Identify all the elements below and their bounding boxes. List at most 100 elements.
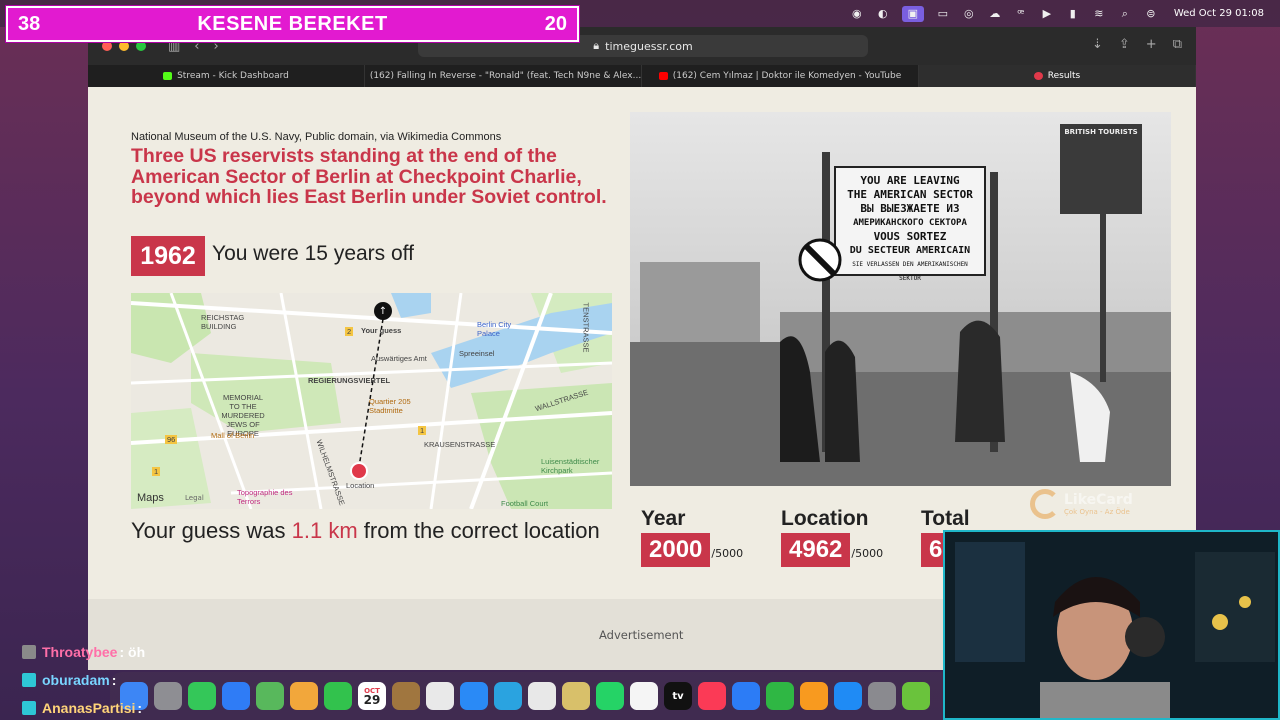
- menubar-clock[interactable]: Wed Oct 29 01:08: [1174, 8, 1264, 19]
- tab-label: Stream - Kick Dashboard: [177, 71, 289, 81]
- distance-text: Your guess was 1.1 km from the correct l…: [131, 519, 611, 542]
- years-off-text: You were 15 years off: [212, 242, 414, 265]
- screen-icon[interactable]: ◐: [876, 7, 890, 20]
- lock-icon: 🔒︎: [593, 39, 600, 52]
- tab-overview-icon[interactable]: ⧉: [1173, 37, 1182, 52]
- advertisement-label: Advertisement: [599, 628, 684, 642]
- tv-icon[interactable]: tv: [664, 682, 692, 710]
- photos-icon[interactable]: [290, 682, 318, 710]
- tab-bar: Stream - Kick Dashboard (162) Falling In…: [88, 65, 1196, 87]
- window-controls: [102, 41, 146, 51]
- numbers-icon[interactable]: [766, 682, 794, 710]
- score-left: 38: [18, 12, 41, 35]
- safari-icon[interactable]: [460, 682, 488, 710]
- map-shield-1-west: 1: [152, 467, 161, 476]
- correct-year: 1962: [131, 236, 205, 276]
- chat-overlay: Throatybee : öh oburadam : AnanasPartisi…: [22, 638, 145, 720]
- map-label-krausenstrasse: KRAUSENSTRASSE: [424, 440, 496, 449]
- wifi-icon[interactable]: ≋: [1092, 7, 1106, 20]
- finder-icon-2[interactable]: [562, 682, 590, 710]
- tab-youtube-cem[interactable]: (162) Cem Yılmaz | Doktor ile Komedyen -…: [642, 65, 919, 87]
- launchpad-icon[interactable]: [154, 682, 182, 710]
- new-tab-icon[interactable]: +: [1146, 37, 1157, 52]
- calendar-icon[interactable]: OCT 29: [358, 682, 386, 710]
- webcam-overlay: [943, 530, 1280, 720]
- settings-icon[interactable]: [868, 682, 896, 710]
- chat-badge-icon: [22, 645, 36, 659]
- historical-photo: YOU ARE LEAVING THE AMERICAN SECTOR ВЫ В…: [630, 112, 1171, 486]
- photo-caption: Three US reservists standing at the end …: [131, 145, 607, 208]
- map-label-city-palace: Berlin City Palace: [477, 320, 512, 338]
- british-tourists-sign: BRITISH TOURISTS: [1064, 128, 1138, 136]
- freeform-icon[interactable]: [630, 682, 658, 710]
- reminders-icon[interactable]: [426, 682, 454, 710]
- whatsapp-icon[interactable]: [596, 682, 624, 710]
- stat-value: 4962: [781, 533, 851, 567]
- map-label-spreeinsel: Spreeinsel: [459, 349, 495, 358]
- score-right: 20: [544, 12, 567, 35]
- maps-icon[interactable]: [256, 682, 284, 710]
- webcam-graphics: [945, 532, 1278, 718]
- map-label-mall-of-berlin: Mall of Berlin: [211, 431, 255, 440]
- control-center-icon[interactable]: ⊜: [1144, 7, 1158, 20]
- chat-badge-icon: [22, 673, 36, 687]
- tab-kick-dashboard[interactable]: Stream - Kick Dashboard: [88, 65, 365, 87]
- telegram-icon[interactable]: [494, 682, 522, 710]
- messages-icon[interactable]: [188, 682, 216, 710]
- facetime-icon[interactable]: [324, 682, 352, 710]
- chat-text: :: [137, 700, 143, 716]
- share-icon[interactable]: ⇪: [1119, 37, 1130, 52]
- url-text: timeguessr.com: [605, 39, 693, 53]
- chat-message: AnanasPartisi :: [22, 694, 145, 720]
- creative-icon[interactable]: ◎: [962, 7, 976, 20]
- tab-label: (162) Cem Yılmaz | Doktor ile Komedyen -…: [672, 71, 902, 81]
- control-icon[interactable]: ◉: [850, 7, 864, 20]
- distance-suffix: from the correct location: [357, 518, 600, 543]
- map-label-topographie: Topographie des Terrors: [237, 488, 293, 506]
- map-label-auswartiges: Auswärtiges Amt: [371, 354, 427, 363]
- mail-icon[interactable]: [222, 682, 250, 710]
- stat-title: Location: [781, 507, 869, 530]
- search-icon[interactable]: ⌕: [1118, 7, 1132, 20]
- chrome-icon[interactable]: [528, 682, 556, 710]
- maps-legal-link[interactable]: Legal: [185, 494, 204, 502]
- minimize-window-button[interactable]: [119, 41, 129, 51]
- result-map[interactable]: ↑ Your guess Location REICHSTAG BUILDING…: [131, 293, 612, 509]
- map-label-location: Location: [346, 481, 375, 490]
- timeguessr-icon: [1033, 72, 1043, 80]
- dock: OCT 29 tv: [110, 672, 952, 720]
- pages-icon[interactable]: [800, 682, 828, 710]
- keyboard-icon[interactable]: ▭: [936, 7, 950, 20]
- appstore-icon[interactable]: [834, 682, 862, 710]
- play-icon[interactable]: ▶: [1040, 7, 1054, 20]
- map-shield-2: 2: [345, 327, 354, 336]
- stat-value: 2000: [641, 533, 711, 567]
- tab-results[interactable]: Results: [919, 65, 1196, 87]
- keynote-icon[interactable]: [732, 682, 760, 710]
- youtube-icon: [658, 72, 668, 80]
- s-icon[interactable]: ꟹ: [1014, 7, 1028, 20]
- download-icon[interactable]: ⇣: [1092, 37, 1103, 52]
- video-icon[interactable]: ▣: [901, 5, 924, 22]
- location-pin-icon[interactable]: [350, 462, 368, 480]
- chat-username: Throatybee: [42, 644, 118, 660]
- map-label-your-guess: Your guess: [361, 326, 402, 335]
- close-window-button[interactable]: [102, 41, 112, 51]
- chat-text: :: [111, 672, 117, 688]
- tab-youtube-ronald[interactable]: (162) Falling In Reverse - "Ronald" (fea…: [365, 65, 642, 87]
- tab-label: Results: [1047, 71, 1081, 81]
- map-label-quartier: Quartier 205 Stadtmitte: [369, 397, 411, 415]
- guess-pin-icon[interactable]: ↑: [374, 302, 392, 320]
- stat-location: Location 4962/5000: [781, 507, 899, 567]
- likecard-tagline: Çok Oyna - Az Öde: [1064, 508, 1130, 516]
- tv-label: tv: [672, 690, 684, 702]
- game-icon[interactable]: [902, 682, 930, 710]
- music-icon[interactable]: [698, 682, 726, 710]
- cloud-icon[interactable]: ☁: [988, 7, 1002, 20]
- zoom-window-button[interactable]: [136, 41, 146, 51]
- battery-icon[interactable]: ▮: [1066, 7, 1080, 20]
- stat-year: Year 2000/5000: [641, 507, 759, 567]
- map-label-football-court: Football Court: [501, 499, 549, 508]
- notes-icon[interactable]: [392, 682, 420, 710]
- checkpoint-sign: YOU ARE LEAVING THE AMERICAN SECTOR ВЫ В…: [847, 174, 973, 282]
